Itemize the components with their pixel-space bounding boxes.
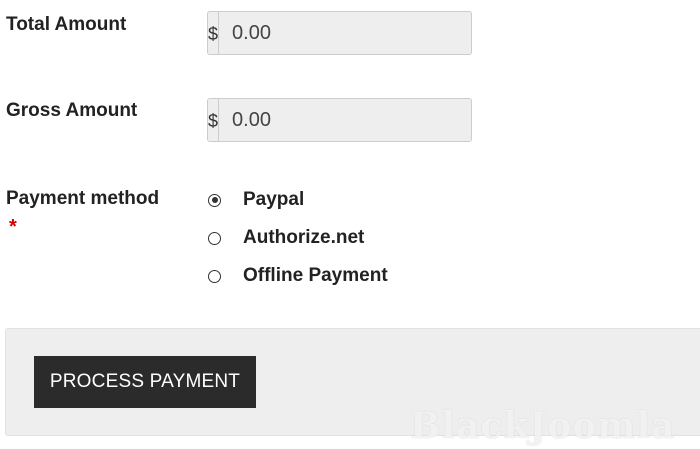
payment-option-label: Authorize.net (243, 227, 365, 248)
total-amount-currency-addon: $ (208, 12, 220, 54)
total-amount-input[interactable] (219, 12, 471, 54)
total-amount-label: Total Amount (6, 14, 127, 35)
gross-amount-currency-addon: $ (208, 99, 220, 141)
payment-option-label: Paypal (243, 189, 305, 210)
payment-method-label: Payment method (6, 188, 160, 209)
radio-offline-payment[interactable] (208, 269, 221, 283)
payment-option-authorize-net[interactable]: Authorize.net (207, 226, 364, 250)
gross-amount-input-group: $ (207, 98, 472, 142)
gross-amount-input[interactable] (219, 99, 471, 141)
payment-option-offline[interactable]: Offline Payment (207, 264, 388, 288)
radio-authorize-net[interactable] (208, 231, 221, 245)
required-indicator: * (9, 216, 17, 238)
payment-option-label: Offline Payment (243, 265, 388, 286)
radio-paypal[interactable] (208, 193, 221, 207)
gross-amount-label: Gross Amount (6, 100, 138, 121)
payment-option-paypal[interactable]: Paypal (207, 188, 304, 212)
total-amount-input-group: $ (207, 11, 472, 55)
process-payment-button[interactable]: PROCESS PAYMENT (34, 356, 256, 408)
